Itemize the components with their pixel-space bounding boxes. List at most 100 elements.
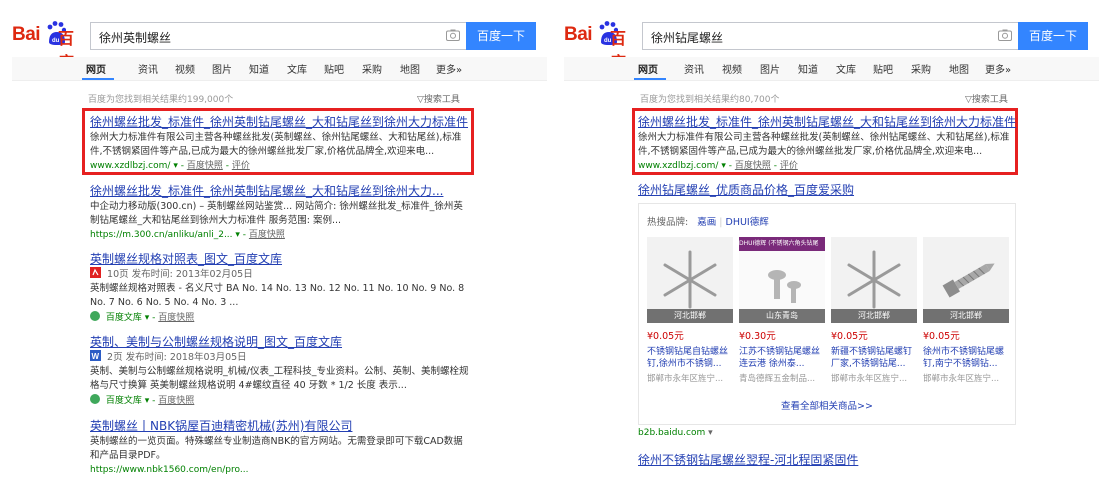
camera-icon[interactable] (446, 29, 460, 41)
search-box[interactable] (642, 22, 1018, 50)
cache-link[interactable]: 百度快照 (735, 161, 771, 171)
tab-tieba[interactable]: 贴吧 (873, 61, 893, 76)
search-result: 徐州不锈钢钻尾螺丝翌程-河北程固紧固件 (638, 452, 1018, 468)
product-title[interactable]: 不锈钢钻尾自钻螺丝钉,徐州市不锈钢... (647, 346, 733, 370)
result-count: 百度为您找到相关结果约80,700个 (640, 95, 780, 105)
product-image[interactable]: 河北邯郸 (647, 237, 733, 323)
search-result: 徐州螺丝批发_标准件_徐州英制钻尾螺丝_大和钻尾丝到徐州大力标准件 徐州大力标准… (638, 114, 1016, 172)
search-header: Bai du 百度 百度一下 (12, 21, 547, 72)
search-tools-button[interactable]: ▽搜索工具 (965, 92, 1008, 105)
baidu-logo[interactable]: Bai du 百度 (564, 21, 638, 72)
search-nav-tabs: 网页 资讯 视频 图片 知道 文库 贴吧 采购 地图 更多» (12, 57, 547, 81)
cache-link[interactable]: 百度快照 (158, 313, 194, 323)
product-seller: 邯郸市永年区旌宁... (923, 374, 1000, 384)
tab-more[interactable]: 更多» (985, 61, 1011, 76)
tab-caigou[interactable]: 采购 (362, 61, 382, 76)
camera-icon[interactable] (998, 29, 1012, 41)
result-title-link[interactable]: 徐州螺丝批发_标准件_徐州英制钻尾螺丝_大和钻尾丝到徐州大力标准件 (90, 114, 470, 130)
word-doc-icon: W (90, 350, 101, 361)
dropdown-icon[interactable]: ▾ - (173, 161, 187, 171)
cache-link[interactable]: 百度快照 (249, 230, 285, 240)
result-title-link[interactable]: 徐州螺丝批发_标准件_徐州英制钻尾螺丝_大和钻尾丝到徐州大力标准件 (638, 114, 1016, 130)
search-tools-button[interactable]: ▽搜索工具 (417, 92, 460, 105)
brand-link[interactable]: DHUI德辉 (726, 217, 769, 228)
review-link[interactable]: 评价 (232, 161, 250, 171)
search-result: 徐州螺丝批发_标准件_徐州英制钻尾螺丝_大和钻尾丝到徐州大力... 中企动力移动… (90, 183, 470, 241)
result-title-link[interactable]: 徐州螺丝批发_标准件_徐州英制钻尾螺丝_大和钻尾丝到徐州大力... (90, 183, 470, 199)
product-seller: 邯郸市永年区旌宁... (831, 374, 908, 384)
result-url-row: www.xzdlbzj.com/ ▾ - 百度快照 - 评价 (638, 161, 798, 171)
tab-wenku[interactable]: 文库 (287, 61, 307, 76)
wenku-icon (90, 311, 100, 321)
result-meta: 10页 发布时间: 2013年02月05日 (90, 267, 470, 281)
product-image[interactable]: DHUI德辉 (不锈钢六角头钻尾 山东青岛 (739, 237, 825, 323)
cache-link[interactable]: 百度快照 (187, 161, 223, 171)
review-link[interactable]: 评价 (780, 161, 798, 171)
search-header: Bai du 百度 百度一下 (564, 21, 1099, 72)
result-description: 英制螺丝的一览页面。特殊螺丝专业制造商NBK的官方网站。无需登录即可下载CAD数… (90, 436, 463, 461)
product-card[interactable]: 河北邯郸 ¥0.05元 新疆不锈钢钻尾螺钉厂家,不锈钢钻尾... 邯郸市永年区旌… (831, 237, 917, 384)
baidu-logo[interactable]: Bai du 百度 (12, 21, 86, 72)
product-card[interactable]: DHUI德辉 (不锈钢六角头钻尾 山东青岛 ¥0.30元 江苏不锈钢钻尾螺丝连云… (739, 237, 825, 384)
product-title[interactable]: 江苏不锈钢钻尾螺丝连云港 徐州泰... (739, 346, 825, 370)
result-url[interactable]: www.xzdlbzj.com/ (638, 161, 718, 171)
cache-link[interactable]: 百度快照 (158, 396, 194, 406)
result-meta: W 2页 发布时间: 2018年03月05日 (90, 350, 247, 363)
search-tools-icon: ▽ (417, 95, 424, 105)
product-image[interactable]: 河北邯郸 (923, 237, 1009, 323)
search-tools-icon: ▽ (965, 95, 972, 105)
tab-news[interactable]: 资讯 (138, 61, 158, 76)
dropdown-icon[interactable]: ▾ - (145, 313, 159, 323)
product-title[interactable]: 徐州市不锈钢钻尾螺钉,南宁不锈钢钻... (923, 346, 1009, 370)
product-card[interactable]: 河北邯郸 ¥0.05元 不锈钢钻尾自钻螺丝钉,徐州市不锈钢... 邯郸市永年区旌… (647, 237, 733, 384)
result-title-link[interactable]: 英制、美制与公制螺丝规格说明_图文_百度文库 (90, 334, 470, 350)
result-title-link[interactable]: 英制螺丝丨NBK锅屋百迪精密机械(苏州)有限公司 (90, 418, 470, 434)
result-title-link[interactable]: 徐州不锈钢钻尾螺丝翌程-河北程固紧固件 (638, 452, 1018, 468)
tab-video[interactable]: 视频 (175, 61, 195, 76)
result-url[interactable]: 百度文库 (106, 396, 142, 406)
result-description: 中企动力移动版(300.cn) – 英制螺丝网站鉴赏... 网站简介: 徐州螺丝… (90, 201, 463, 226)
ad-result: 徐州钻尾螺丝_优质商品价格_百度爱采购 (638, 182, 1018, 198)
product-title[interactable]: 新疆不锈钢钻尾螺钉厂家,不锈钢钻尾... (831, 346, 917, 370)
tab-caigou[interactable]: 采购 (911, 61, 931, 76)
dropdown-icon[interactable]: ▾ - (235, 230, 249, 240)
result-url[interactable]: www.xzdlbzj.com/ (90, 161, 170, 171)
tab-map[interactable]: 地图 (400, 61, 420, 76)
tab-wenku[interactable]: 文库 (836, 61, 856, 76)
svg-text:W: W (92, 352, 100, 361)
brand-link[interactable]: 嘉画 (697, 217, 716, 228)
tab-zhidao[interactable]: 知道 (249, 61, 269, 76)
product-card[interactable]: 河北邯郸 ¥0.05元 徐州市不锈钢钻尾螺钉,南宁不锈钢钻... 邯郸市永年区旌… (923, 237, 1009, 384)
result-url-row: www.xzdlbzj.com/ ▾ - 百度快照 - 评价 (90, 161, 250, 171)
ad-title-link[interactable]: 徐州钻尾螺丝_优质商品价格_百度爱采购 (638, 182, 1018, 198)
logo-text: Bai (564, 24, 593, 45)
tab-web[interactable]: 网页 (86, 61, 106, 76)
result-description: 英制螺丝规格对照表 - 名义尺寸 BA No. 14 No. 13 No. 12… (90, 283, 465, 308)
tab-web[interactable]: 网页 (638, 61, 658, 76)
dropdown-icon[interactable]: ▾ - (721, 161, 735, 171)
tab-zhidao[interactable]: 知道 (798, 61, 818, 76)
result-url[interactable]: 百度文库 (106, 313, 142, 323)
product-image[interactable]: 河北邯郸 (831, 237, 917, 323)
tab-more[interactable]: 更多» (436, 61, 462, 76)
search-result: 英制、美制与公制螺丝规格说明_图文_百度文库 W 2页 发布时间: 2018年0… (90, 334, 470, 407)
search-input[interactable] (651, 28, 981, 46)
view-all-products-link[interactable]: 查看全部相关商品>> (639, 398, 1015, 412)
tab-images[interactable]: 图片 (760, 61, 780, 76)
result-url[interactable]: https://www.nbk1560.com/en/pro... (90, 465, 248, 475)
result-url[interactable]: https://m.300.cn/anliku/anli_2... (90, 230, 233, 240)
tab-map[interactable]: 地图 (949, 61, 969, 76)
search-button[interactable]: 百度一下 (1018, 22, 1088, 50)
left-search-panel: Bai du 百度 百度一下 网页 资讯 视频 图片 知道 文库 贴吧 采购 (0, 0, 548, 497)
dropdown-icon[interactable]: ▾ - (145, 396, 159, 406)
tab-tieba[interactable]: 贴吧 (324, 61, 344, 76)
tab-images[interactable]: 图片 (212, 61, 232, 76)
ad-source-url[interactable]: b2b.baidu.com ▾ (638, 428, 713, 438)
search-box[interactable] (90, 22, 466, 50)
result-url-row: https://www.nbk1560.com/en/pro... (90, 464, 470, 476)
search-input[interactable] (99, 28, 429, 46)
tab-news[interactable]: 资讯 (684, 61, 704, 76)
tab-video[interactable]: 视频 (722, 61, 742, 76)
result-title-link[interactable]: 英制螺丝规格对照表_图文_百度文库 (90, 251, 470, 267)
search-button[interactable]: 百度一下 (466, 22, 536, 50)
